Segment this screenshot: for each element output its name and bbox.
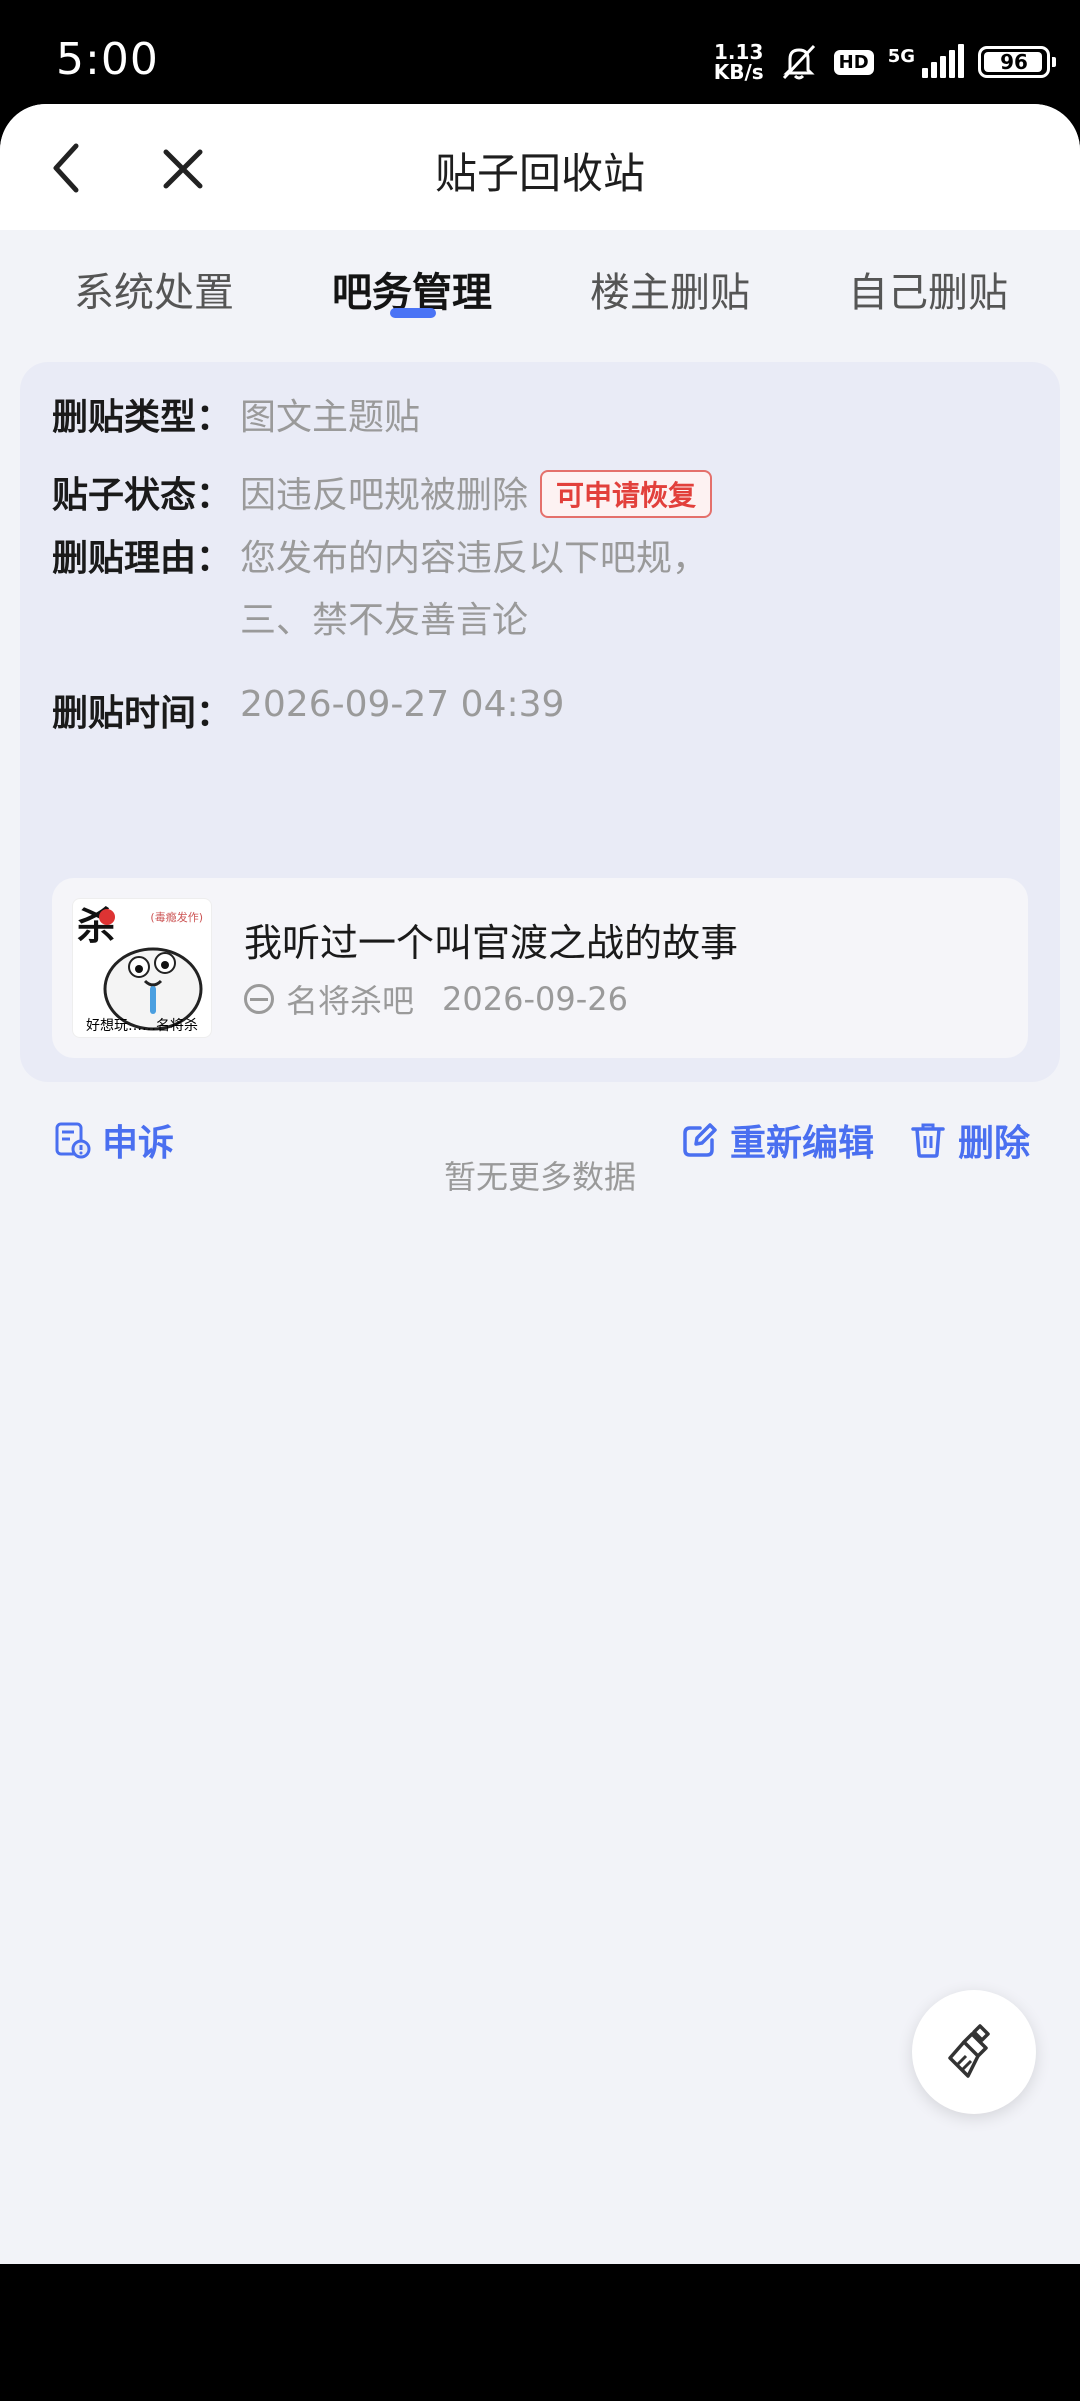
- delete-reason-row: 删贴理由： 您发布的内容违反以下吧规， 三、禁不友善言论: [52, 528, 708, 652]
- delete-time-row: 删贴时间： 2026-09-27 04:39: [52, 684, 565, 734]
- app-screen: 贴子回收站 系统处置 吧务管理 楼主删贴 自己删贴 删贴类型： 图文主题贴 贴子…: [0, 104, 1080, 2264]
- net-speed: 1.13 KB/s: [713, 40, 764, 84]
- tab-self-deleted[interactable]: 自己删贴: [848, 260, 1008, 318]
- tab-bar: 系统处置 吧务管理 楼主删贴 自己删贴: [0, 230, 1080, 340]
- clean-up-button[interactable]: [912, 1990, 1036, 2114]
- reason-line-1: 您发布的内容违反以下吧规，: [240, 538, 709, 579]
- post-thumbnail: 杀 (毒瘾发作) 好想玩……名将杀: [72, 898, 212, 1038]
- status-bar: 5:00 1.13 KB/s HD 5G 96: [0, 0, 1080, 110]
- broom-icon: [948, 2024, 990, 2078]
- page-title: 贴子回收站: [434, 149, 645, 198]
- signal-icon: 5G: [888, 44, 964, 78]
- nav-bar: 贴子回收站: [0, 104, 1080, 230]
- forum-icon: [244, 984, 274, 1014]
- battery-icon: 96: [978, 46, 1056, 78]
- status-icons: 1.13 KB/s HD 5G 96: [713, 36, 1056, 88]
- tab-system[interactable]: 系统处置: [74, 260, 234, 318]
- forum-name: 名将杀吧: [286, 982, 415, 1020]
- delete-type-row: 删贴类型： 图文主题贴: [52, 397, 421, 438]
- post-title: 我听过一个叫官渡之战的故事: [244, 921, 739, 965]
- hd-badge: HD: [833, 49, 874, 75]
- restore-tag: 可申请恢复: [540, 470, 713, 518]
- reason-line-2: 三、禁不友善言论: [240, 600, 529, 641]
- post-preview[interactable]: 杀 (毒瘾发作) 好想玩……名将杀 我听过一个叫官渡之战的故事 名将杀吧 202…: [52, 878, 1028, 1058]
- tab-op-deleted[interactable]: 楼主删贴: [590, 260, 750, 318]
- post-meta: 名将杀吧 2026-09-26: [244, 976, 628, 1022]
- status-text: 因违反吧规被删除: [240, 475, 529, 516]
- status-time: 5:00: [56, 34, 159, 85]
- deleted-post-card: 删贴类型： 图文主题贴 贴子状态： 因违反吧规被删除 可申请恢复 删贴理由： 您发…: [20, 362, 1060, 1164]
- mute-bell-icon: [782, 44, 815, 80]
- post-status-row: 贴子状态： 因违反吧规被删除 可申请恢复: [52, 466, 713, 521]
- no-more-data-text: 暂无更多数据: [443, 1158, 636, 1196]
- post-date: 2026-09-26: [442, 980, 628, 1018]
- tab-indicator: [390, 308, 436, 318]
